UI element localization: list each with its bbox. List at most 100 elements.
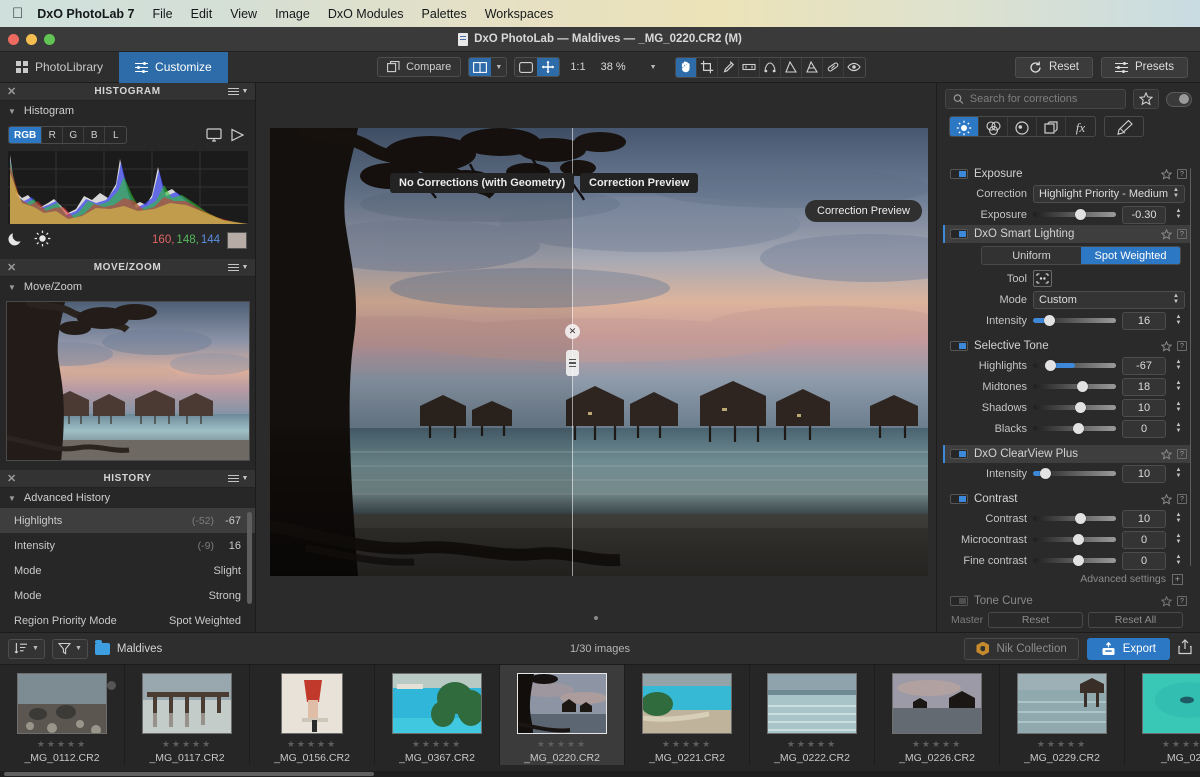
tab-customize[interactable]: Customize xyxy=(119,52,228,83)
movezoom-thumbnail[interactable] xyxy=(6,301,250,461)
menu-item-file[interactable]: File xyxy=(152,7,172,21)
minimize-window-button[interactable] xyxy=(26,34,37,45)
tab-photolibrary[interactable]: PhotoLibrary xyxy=(0,52,119,83)
histogram-section[interactable]: ▼ Histogram xyxy=(0,101,255,121)
sort-button[interactable]: ▼ xyxy=(8,639,45,659)
apple-logo-icon[interactable]:  xyxy=(12,6,23,21)
geometry-icon[interactable] xyxy=(1037,117,1066,137)
menu-item-view[interactable]: View xyxy=(230,7,257,21)
close-icon[interactable]: ✕ xyxy=(7,261,17,274)
reset-button[interactable]: Reset xyxy=(1015,57,1093,78)
graduated-filter-tool-icon[interactable] xyxy=(802,57,823,78)
local-adjustments-brush-icon[interactable] xyxy=(1104,116,1144,137)
stepper-arrows-icon[interactable]: ▲▼ xyxy=(1172,555,1185,566)
repair-tool-icon[interactable] xyxy=(823,57,844,78)
group-header-selective-tone[interactable]: Selective Tone ? xyxy=(943,337,1191,355)
history-row-region-priority-mode[interactable]: Region Priority Mode Spot Weighted xyxy=(0,608,255,633)
close-icon[interactable]: ✕ xyxy=(7,85,17,98)
hand-tool-icon[interactable] xyxy=(676,57,697,78)
list-item[interactable]: ★★★★★ _MG_0117.CR2 xyxy=(125,665,250,765)
smart-lighting-intensity-slider[interactable] xyxy=(1033,317,1116,324)
list-item[interactable]: ★★★★★ _MG_0232 xyxy=(1125,665,1200,765)
chevron-down-icon[interactable]: ▼ xyxy=(8,283,16,292)
highlights-number[interactable]: -67 xyxy=(1122,357,1166,375)
star-icon[interactable] xyxy=(1161,449,1172,460)
corrections-scrollbar[interactable] xyxy=(1190,167,1191,567)
control-shadows[interactable]: Shadows 10 ▲▼ xyxy=(943,397,1191,418)
maximize-window-button[interactable] xyxy=(44,34,55,45)
menu-item-image[interactable]: Image xyxy=(275,7,310,21)
history-row-intensity[interactable]: Intensity (-9) 16 xyxy=(0,533,255,558)
split-drag-handle[interactable] xyxy=(566,350,579,376)
help-icon[interactable]: ? xyxy=(1177,341,1187,351)
rating-stars[interactable]: ★★★★★ xyxy=(412,739,462,750)
monitor-icon[interactable] xyxy=(204,127,223,144)
presets-button[interactable]: Presets xyxy=(1101,57,1188,78)
control-line-tool-icon[interactable] xyxy=(781,57,802,78)
advanced-settings-row[interactable]: Advanced settings + xyxy=(943,571,1191,588)
stepper-arrows-icon[interactable]: ▲▼ xyxy=(1172,423,1185,434)
channel-rgb[interactable]: RGB xyxy=(9,127,42,143)
control-point-tool-icon[interactable] xyxy=(760,57,781,78)
control-microcontrast[interactable]: Microcontrast 0 ▲▼ xyxy=(943,529,1191,550)
close-compare-handle[interactable]: ✕ xyxy=(565,324,580,339)
stepper-arrows-icon[interactable]: ▲▼ xyxy=(1172,360,1185,371)
control-clearview-intensity[interactable]: Intensity 10 ▲▼ xyxy=(943,463,1191,484)
list-item[interactable]: ★★★★★ _MG_0367.CR2 xyxy=(375,665,500,765)
channel-g[interactable]: G xyxy=(63,127,84,143)
fit-to-window-icon[interactable] xyxy=(515,57,537,77)
slider-knob[interactable] xyxy=(1073,423,1084,434)
close-icon[interactable]: ✕ xyxy=(7,472,17,485)
slider-knob[interactable] xyxy=(1075,513,1086,524)
fine-contrast-number[interactable]: 0 xyxy=(1122,552,1166,570)
image-viewer[interactable]: ✕ No Corrections (with Geometry) Correct… xyxy=(256,83,936,632)
histogram-channel-selector[interactable]: RGB R G B L xyxy=(8,126,127,144)
control-fine-contrast[interactable]: Fine contrast 0 ▲▼ xyxy=(943,550,1191,571)
rating-stars[interactable]: ★★★★★ xyxy=(1037,739,1087,750)
light-icon[interactable] xyxy=(950,117,979,137)
stepper-arrows-icon[interactable]: ▲▼ xyxy=(1172,402,1185,413)
list-item[interactable]: ★★★★★ _MG_0226.CR2 xyxy=(875,665,1000,765)
slider-knob[interactable] xyxy=(1073,534,1084,545)
star-icon[interactable] xyxy=(1161,341,1172,352)
slider-knob[interactable] xyxy=(1075,209,1086,220)
list-item[interactable]: ★★★★★ _MG_0220.CR2 xyxy=(500,665,625,765)
help-icon[interactable]: ? xyxy=(1177,494,1187,504)
panel-menu-button[interactable]: ▼ xyxy=(228,264,249,272)
segment-uniform[interactable]: Uniform xyxy=(982,247,1081,264)
slider-knob[interactable] xyxy=(1077,381,1088,392)
segment-spot-weighted[interactable]: Spot Weighted xyxy=(1081,247,1180,264)
eye-tool-icon[interactable] xyxy=(844,57,865,78)
clearview-intensity-slider[interactable] xyxy=(1033,470,1116,477)
filmstrip-scrollbar-thumb[interactable] xyxy=(4,772,374,776)
contrast-slider[interactable] xyxy=(1033,515,1116,522)
control-blacks[interactable]: Blacks 0 ▲▼ xyxy=(943,418,1191,439)
menu-app-name[interactable]: DxO PhotoLab 7 xyxy=(37,7,134,21)
menu-item-workspaces[interactable]: Workspaces xyxy=(485,7,554,21)
favorites-filter-button[interactable] xyxy=(1133,89,1159,109)
export-button[interactable]: Export xyxy=(1087,638,1170,660)
slider-knob[interactable] xyxy=(1045,360,1056,371)
history-row-mode-strong[interactable]: Mode Strong xyxy=(0,583,255,608)
stepper-arrows-icon[interactable]: ▲▼ xyxy=(1172,315,1185,326)
detail-icon[interactable] xyxy=(1008,117,1037,137)
channel-b[interactable]: B xyxy=(84,127,105,143)
filter-button[interactable]: ▼ xyxy=(52,639,88,659)
list-item[interactable]: ★★★★★ _MG_0221.CR2 xyxy=(625,665,750,765)
highlight-clipping-sun-icon[interactable] xyxy=(34,230,51,250)
movezoom-section[interactable]: ▼ Move/Zoom xyxy=(0,277,255,297)
slider-knob[interactable] xyxy=(1073,555,1084,566)
control-highlights[interactable]: Highlights -67 ▲▼ xyxy=(943,355,1191,376)
control-exposure-correction[interactable]: Correction Highlight Priority - Medium ▲… xyxy=(943,183,1191,204)
star-icon[interactable] xyxy=(1161,494,1172,505)
eyedropper-tool-icon[interactable] xyxy=(718,57,739,78)
rating-stars[interactable]: ★★★★★ xyxy=(287,739,337,750)
exposure-number[interactable]: -0.30 xyxy=(1122,206,1166,224)
zoom-level-select[interactable]: 38 % ▼ xyxy=(596,57,662,77)
search-input[interactable] xyxy=(970,93,1118,105)
zoom-ratio-label[interactable]: 1:1 xyxy=(567,61,588,73)
help-icon[interactable]: ? xyxy=(1177,169,1187,179)
viewer-image[interactable]: ✕ xyxy=(270,128,928,576)
control-exposure-value[interactable]: Exposure -0.30 ▲▼ xyxy=(943,204,1191,225)
clearview-intensity-number[interactable]: 10 xyxy=(1122,465,1166,483)
